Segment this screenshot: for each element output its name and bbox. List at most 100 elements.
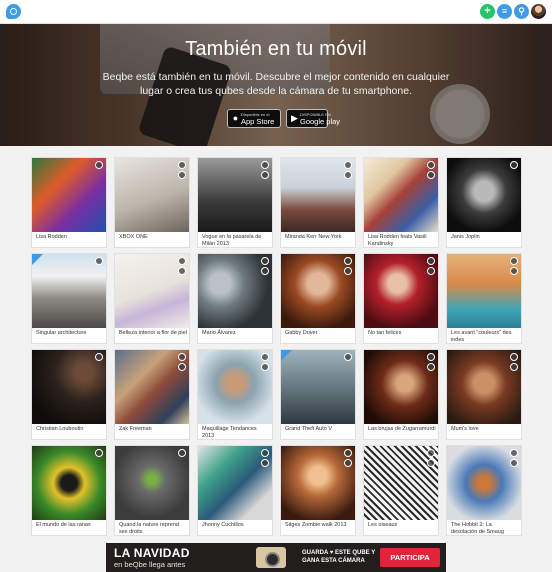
- gallery-icon: [178, 171, 186, 179]
- qube-card[interactable]: Miranda Kerr New York: [280, 157, 356, 248]
- qube-thumbnail: [447, 350, 521, 424]
- gallery-icon: [178, 363, 186, 371]
- qube-card[interactable]: Lisa Rodden: [31, 157, 107, 248]
- qube-thumbnail: [364, 158, 438, 232]
- list-icon[interactable]: ≡: [497, 4, 512, 19]
- participa-button[interactable]: PARTICIPA: [380, 548, 440, 567]
- gallery-icon: [427, 171, 435, 179]
- text-icon: [178, 257, 186, 265]
- text-icon: [178, 449, 186, 457]
- add-qube-button[interactable]: +: [480, 4, 495, 19]
- text-icon: [261, 161, 269, 169]
- text-icon: [427, 257, 435, 265]
- gallery-icon: [344, 459, 352, 467]
- hero-title: También en tu móvil: [185, 38, 367, 60]
- google-play-button[interactable]: ▶ DISPONIBLE EN Google play: [286, 109, 340, 128]
- qube-card[interactable]: Quand la nature reprend ses droits: [114, 445, 190, 536]
- mobile-promo-hero: También en tu móvil Beqbe está también e…: [0, 24, 552, 146]
- gallery-icon: [344, 171, 352, 179]
- featured-flag-icon: [32, 254, 43, 265]
- banner-promo-text: GUARDA ♥ ESTE QUBE Y GANA ESTA CÁMARA: [302, 550, 376, 564]
- gallery-icon: [427, 459, 435, 467]
- text-icon: [427, 353, 435, 361]
- qube-card[interactable]: Les oiseaux: [363, 445, 439, 536]
- qube-thumbnail: [198, 158, 272, 232]
- qube-card[interactable]: Mum's love: [446, 349, 522, 440]
- qube-thumbnail: [281, 158, 355, 232]
- qube-card[interactable]: Gabby Dover: [280, 253, 356, 344]
- camera-icon: [344, 353, 352, 361]
- qube-card[interactable]: Belleza interior a flor de piel: [114, 253, 190, 344]
- text-icon: [261, 257, 269, 265]
- banner-subline: en beQbe llega antes: [114, 560, 186, 569]
- qube-card[interactable]: El mundo de las ranas: [31, 445, 107, 536]
- gallery-icon: [261, 459, 269, 467]
- gallery-icon: [427, 363, 435, 371]
- qube-thumbnail: [32, 254, 106, 328]
- qube-card[interactable]: Janis Joplin: [446, 157, 522, 248]
- search-icon[interactable]: ⚲: [514, 4, 529, 19]
- text-icon: [95, 353, 103, 361]
- text-icon: [344, 257, 352, 265]
- qube-card[interactable]: Mario Álvarez: [197, 253, 273, 344]
- gallery-icon: [95, 449, 103, 457]
- qube-thumbnail: [115, 350, 189, 424]
- qube-thumbnail: [115, 446, 189, 520]
- user-avatar[interactable]: [531, 4, 546, 19]
- gallery-icon: [510, 267, 518, 275]
- qube-card[interactable]: The Hobbit 2: La desolación de Smaug: [446, 445, 522, 536]
- qube-card[interactable]: Les avant "couleurs" des indes: [446, 253, 522, 344]
- qube-card[interactable]: Zak Freeman: [114, 349, 190, 440]
- banner-headline: LA NAVIDAD: [114, 546, 190, 560]
- gallery-icon: [178, 267, 186, 275]
- qube-thumbnail: [281, 254, 355, 328]
- text-icon: [344, 161, 352, 169]
- qube-card[interactable]: Christian Louboutin: [31, 349, 107, 440]
- qube-card[interactable]: Grand Theft Auto V: [280, 349, 356, 440]
- qube-thumbnail: [115, 158, 189, 232]
- qubes-logo-icon[interactable]: [6, 4, 21, 19]
- qube-thumbnail: [32, 446, 106, 520]
- gallery-icon: [427, 267, 435, 275]
- qube-card[interactable]: Singular architecture: [31, 253, 107, 344]
- qube-card[interactable]: No tan felices: [363, 253, 439, 344]
- hero-subtitle: Beqbe está también en tu móvil. Descubre…: [102, 71, 450, 97]
- app-store-button[interactable]: ● Disponible en el App Store: [227, 109, 281, 128]
- qube-card[interactable]: Sitges Zombie walk 2013: [280, 445, 356, 536]
- text-icon: [510, 353, 518, 361]
- qube-card[interactable]: Maquillage Tendances 2013: [197, 349, 273, 440]
- qube-thumbnail: [364, 254, 438, 328]
- christmas-contest-banner[interactable]: LA NAVIDAD en beQbe llega antes GUARDA ♥…: [106, 543, 446, 572]
- qube-card[interactable]: Las brujas de Zugarramurdi: [363, 349, 439, 440]
- gallery-icon: [344, 267, 352, 275]
- gallery-icon: [510, 459, 518, 467]
- text-icon: [178, 353, 186, 361]
- qube-card[interactable]: Vogue en la pasarela de Milán 2013: [197, 157, 273, 248]
- qube-thumbnail: [281, 446, 355, 520]
- qube-card[interactable]: XBOX ONE: [114, 157, 190, 248]
- qube-thumbnail: [198, 350, 272, 424]
- featured-flag-icon: [281, 350, 292, 361]
- text-icon: [261, 449, 269, 457]
- qube-thumbnail: [364, 446, 438, 520]
- gallery-icon: [261, 363, 269, 371]
- qube-card[interactable]: Jhonny Cuchillos: [197, 445, 273, 536]
- apple-icon: ●: [232, 113, 239, 123]
- qube-thumbnail: [32, 158, 106, 232]
- qube-thumbnail: [32, 350, 106, 424]
- text-icon: [261, 353, 269, 361]
- camera-icon: [95, 257, 103, 265]
- qube-thumbnail: [447, 254, 521, 328]
- text-icon: [344, 449, 352, 457]
- qube-thumbnail: [447, 158, 521, 232]
- qube-thumbnail: [198, 446, 272, 520]
- text-icon: [427, 161, 435, 169]
- camera-prize-image: [256, 547, 286, 568]
- text-icon: [510, 449, 518, 457]
- qube-thumbnail: [281, 350, 355, 424]
- qube-thumbnail: [447, 446, 521, 520]
- qube-thumbnail: [115, 254, 189, 328]
- gallery-icon: [510, 363, 518, 371]
- text-icon: [178, 161, 186, 169]
- qube-card[interactable]: Lisa Rodden feats Vasili Kandinsky: [363, 157, 439, 248]
